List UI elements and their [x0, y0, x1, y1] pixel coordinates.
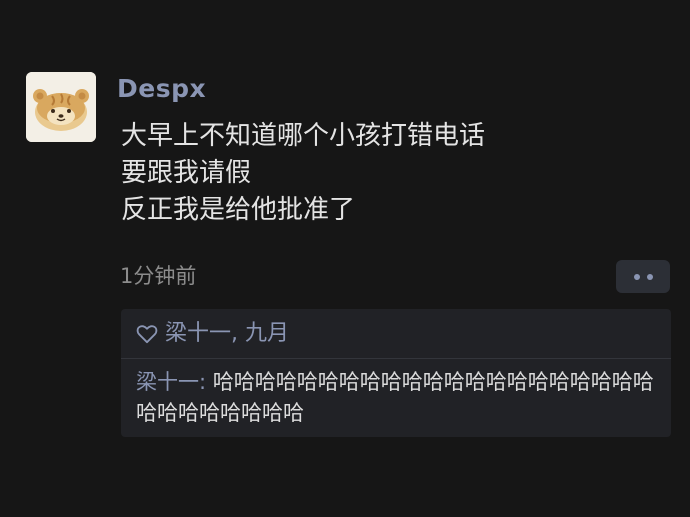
comment-text: 哈哈哈哈哈哈哈哈哈哈哈哈哈哈哈哈哈哈哈哈哈哈哈哈哈哈哈哈哈 — [136, 370, 654, 425]
divider — [121, 358, 671, 359]
bear-bun-avatar-image — [26, 72, 96, 142]
likes-row: 梁十一, 九月 — [136, 316, 289, 352]
post-text: 大早上不知道哪个小孩打错电话 要跟我请假 反正我是给他批准了 — [121, 118, 641, 229]
post-line: 大早上不知道哪个小孩打错电话 — [121, 121, 486, 151]
comment-separator: : — [199, 370, 213, 394]
comment[interactable]: 梁十一: 哈哈哈哈哈哈哈哈哈哈哈哈哈哈哈哈哈哈哈哈哈哈哈哈哈哈哈哈哈 — [136, 367, 666, 429]
post-timestamp: 1分钟前 — [120, 264, 197, 288]
dot-icon — [633, 273, 640, 280]
likes-names[interactable]: 梁十一, 九月 — [165, 319, 289, 349]
username[interactable]: Despx — [117, 72, 206, 106]
moments-post: Despx 大早上不知道哪个小孩打错电话 要跟我请假 反正我是给他批准了 1分钟… — [0, 0, 690, 517]
more-actions-button[interactable] — [616, 260, 670, 293]
post-line: 反正我是给他批准了 — [121, 195, 356, 225]
likes-comments-panel: 梁十一, 九月 梁十一: 哈哈哈哈哈哈哈哈哈哈哈哈哈哈哈哈哈哈哈哈哈哈哈哈哈哈哈… — [121, 309, 671, 437]
heart-icon — [136, 325, 158, 344]
comment-author[interactable]: 梁十一 — [136, 370, 199, 394]
post-line: 要跟我请假 — [121, 158, 252, 188]
dot-icon — [646, 273, 653, 280]
avatar[interactable] — [26, 72, 96, 142]
